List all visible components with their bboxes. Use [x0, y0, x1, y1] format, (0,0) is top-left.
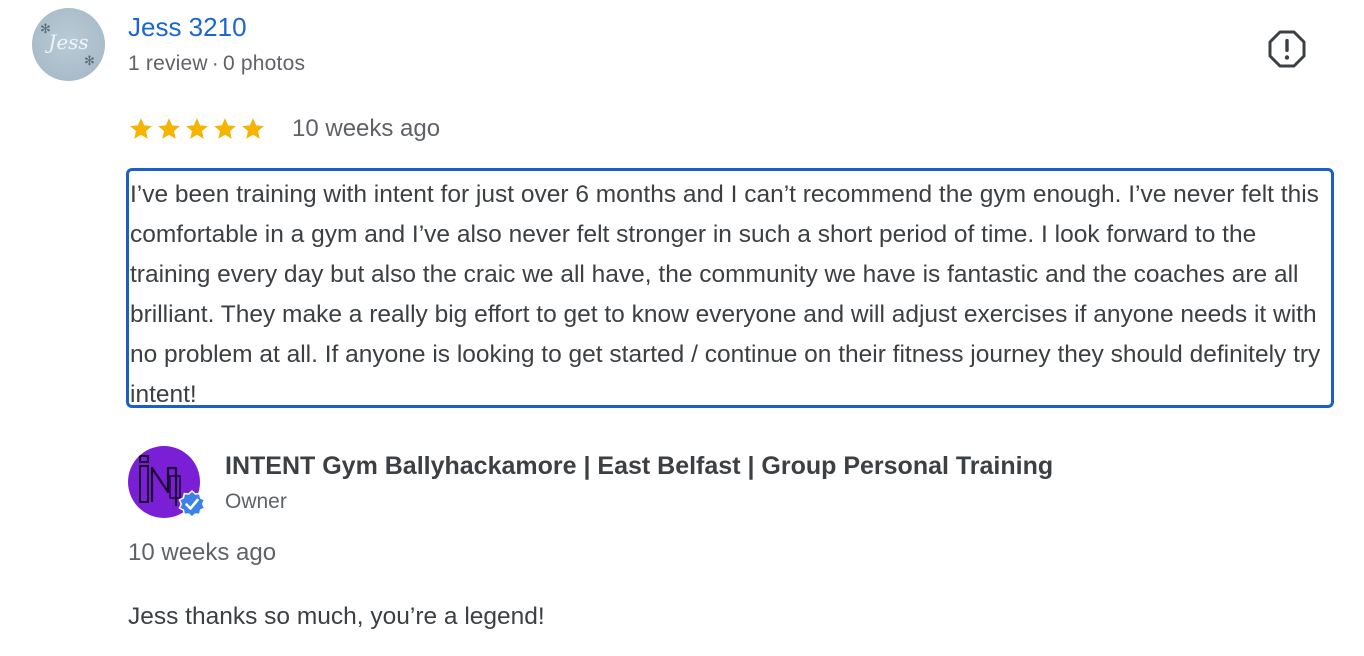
star-icon [242, 118, 264, 139]
reviewer-name[interactable]: Jess 3210 [128, 10, 247, 44]
star-icon [130, 118, 152, 139]
report-review-button[interactable] [1266, 28, 1308, 70]
star-icon [186, 118, 208, 139]
review-date: 10 weeks ago [292, 115, 441, 142]
star-icon [214, 118, 236, 139]
review-count: 1 review [128, 52, 208, 75]
star-icon [158, 118, 180, 139]
owner-role-label: Owner [225, 490, 287, 513]
report-flag-icon [1268, 30, 1306, 68]
reviewer-meta: 1 review · 0 photos [128, 50, 305, 78]
snowflake-icon: ✻ [84, 53, 95, 68]
meta-separator: · [211, 52, 219, 75]
reply-date: 10 weeks ago [128, 539, 277, 566]
owner-avatar[interactable] [128, 446, 206, 518]
reply-text: Jess thanks so much, you’re a legend! [128, 603, 545, 630]
avatar-text: Jess [48, 30, 89, 54]
star-rating [128, 116, 266, 142]
rating-row: 10 weeks ago [128, 112, 440, 146]
verified-check-icon [178, 490, 206, 518]
reviewer-avatar[interactable]: ✻ ✻ Jess [32, 8, 105, 81]
photo-count: 0 photos [223, 52, 306, 75]
review-card: ✻ ✻ Jess Jess 3210 1 review · 0 photos 10 … [0, 0, 1364, 656]
owner-name[interactable]: INTENT Gym Ballyhackamore | East Belfast… [225, 450, 1053, 482]
review-text[interactable]: I’ve been training with intent for just … [126, 168, 1334, 408]
